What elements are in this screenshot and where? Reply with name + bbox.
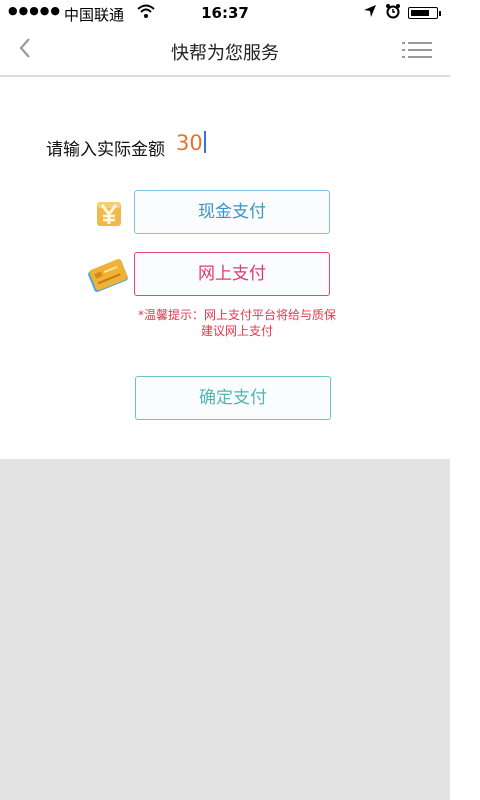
amount-value: 30 xyxy=(176,131,203,155)
navigation-bar: 快帮为您服务 xyxy=(0,26,450,77)
payment-tip-line-2: 建议网上支付 xyxy=(200,324,273,338)
amount-label: 请输入实际金额 xyxy=(46,140,165,160)
cash-payment-button[interactable]: 现金支付 xyxy=(134,190,330,234)
status-bar: ●●●●● 中国联通 16:37 xyxy=(0,0,450,26)
battery-icon xyxy=(408,7,441,19)
confirm-payment-button[interactable]: 确定支付 xyxy=(135,376,331,420)
yuan-coin-icon xyxy=(94,197,124,233)
clock-time: 16:37 xyxy=(201,4,249,22)
online-payment-button[interactable]: 网上支付 xyxy=(134,252,330,296)
payment-panel: 请输入实际金额 30 现金支付 网上支付 *温馨提示：网上支付平台将给与质保 建… xyxy=(0,77,450,459)
text-cursor xyxy=(203,131,206,153)
location-arrow-icon xyxy=(362,3,378,23)
list-menu-icon[interactable] xyxy=(398,37,438,65)
app-screen: ●●●●● 中国联通 16:37 快帮为您服务 请输入实际金额 30 现金支付 … xyxy=(0,0,450,800)
payment-tip-line-1: *温馨提示：网上支付平台将给与质保 xyxy=(137,308,336,322)
page-title: 快帮为您服务 xyxy=(171,43,279,64)
alarm-clock-icon xyxy=(385,3,401,23)
amount-input[interactable]: 30 xyxy=(176,131,206,155)
payment-tip: *温馨提示：网上支付平台将给与质保 建议网上支付 xyxy=(112,307,362,339)
screen-edge xyxy=(450,0,480,800)
bank-card-icon xyxy=(86,256,130,300)
